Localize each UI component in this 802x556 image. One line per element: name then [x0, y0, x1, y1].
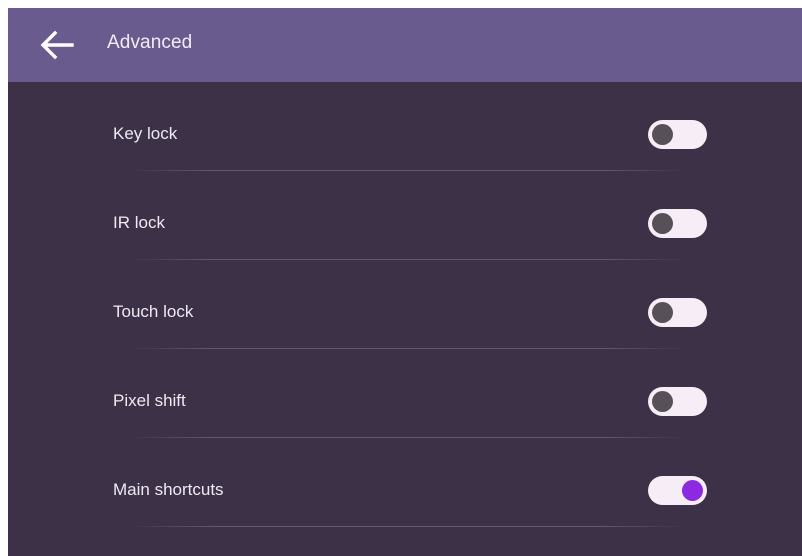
setting-label: Main shortcuts — [113, 480, 224, 499]
toggle-knob — [652, 391, 673, 412]
header-bar: Advanced — [8, 8, 802, 82]
setting-row-key-lock[interactable]: Key lock — [8, 82, 802, 171]
settings-panel: Advanced Key lock IR lock Touch lock Pix… — [8, 8, 802, 556]
setting-label: Touch lock — [113, 302, 194, 321]
toggle-knob — [682, 480, 703, 501]
arrow-left-icon — [40, 30, 74, 60]
toggle-knob — [652, 302, 673, 323]
setting-row-main-shortcuts[interactable]: Main shortcuts — [8, 438, 802, 527]
ir-lock-toggle[interactable] — [648, 209, 707, 238]
key-lock-toggle[interactable] — [648, 120, 707, 149]
back-button[interactable] — [36, 25, 78, 65]
toggle-knob — [652, 213, 673, 234]
setting-row-ir-lock[interactable]: IR lock — [8, 171, 802, 260]
setting-label: Key lock — [113, 124, 178, 143]
page-title: Advanced — [107, 32, 193, 53]
divider — [128, 526, 687, 527]
setting-label: IR lock — [113, 213, 165, 232]
touch-lock-toggle[interactable] — [648, 298, 707, 327]
pixel-shift-toggle[interactable] — [648, 387, 707, 416]
setting-label: Pixel shift — [113, 391, 186, 410]
main-shortcuts-toggle[interactable] — [648, 476, 707, 505]
setting-row-touch-lock[interactable]: Touch lock — [8, 260, 802, 349]
setting-row-pixel-shift[interactable]: Pixel shift — [8, 349, 802, 438]
settings-list: Key lock IR lock Touch lock Pixel shift … — [8, 82, 802, 527]
toggle-knob — [652, 124, 673, 145]
